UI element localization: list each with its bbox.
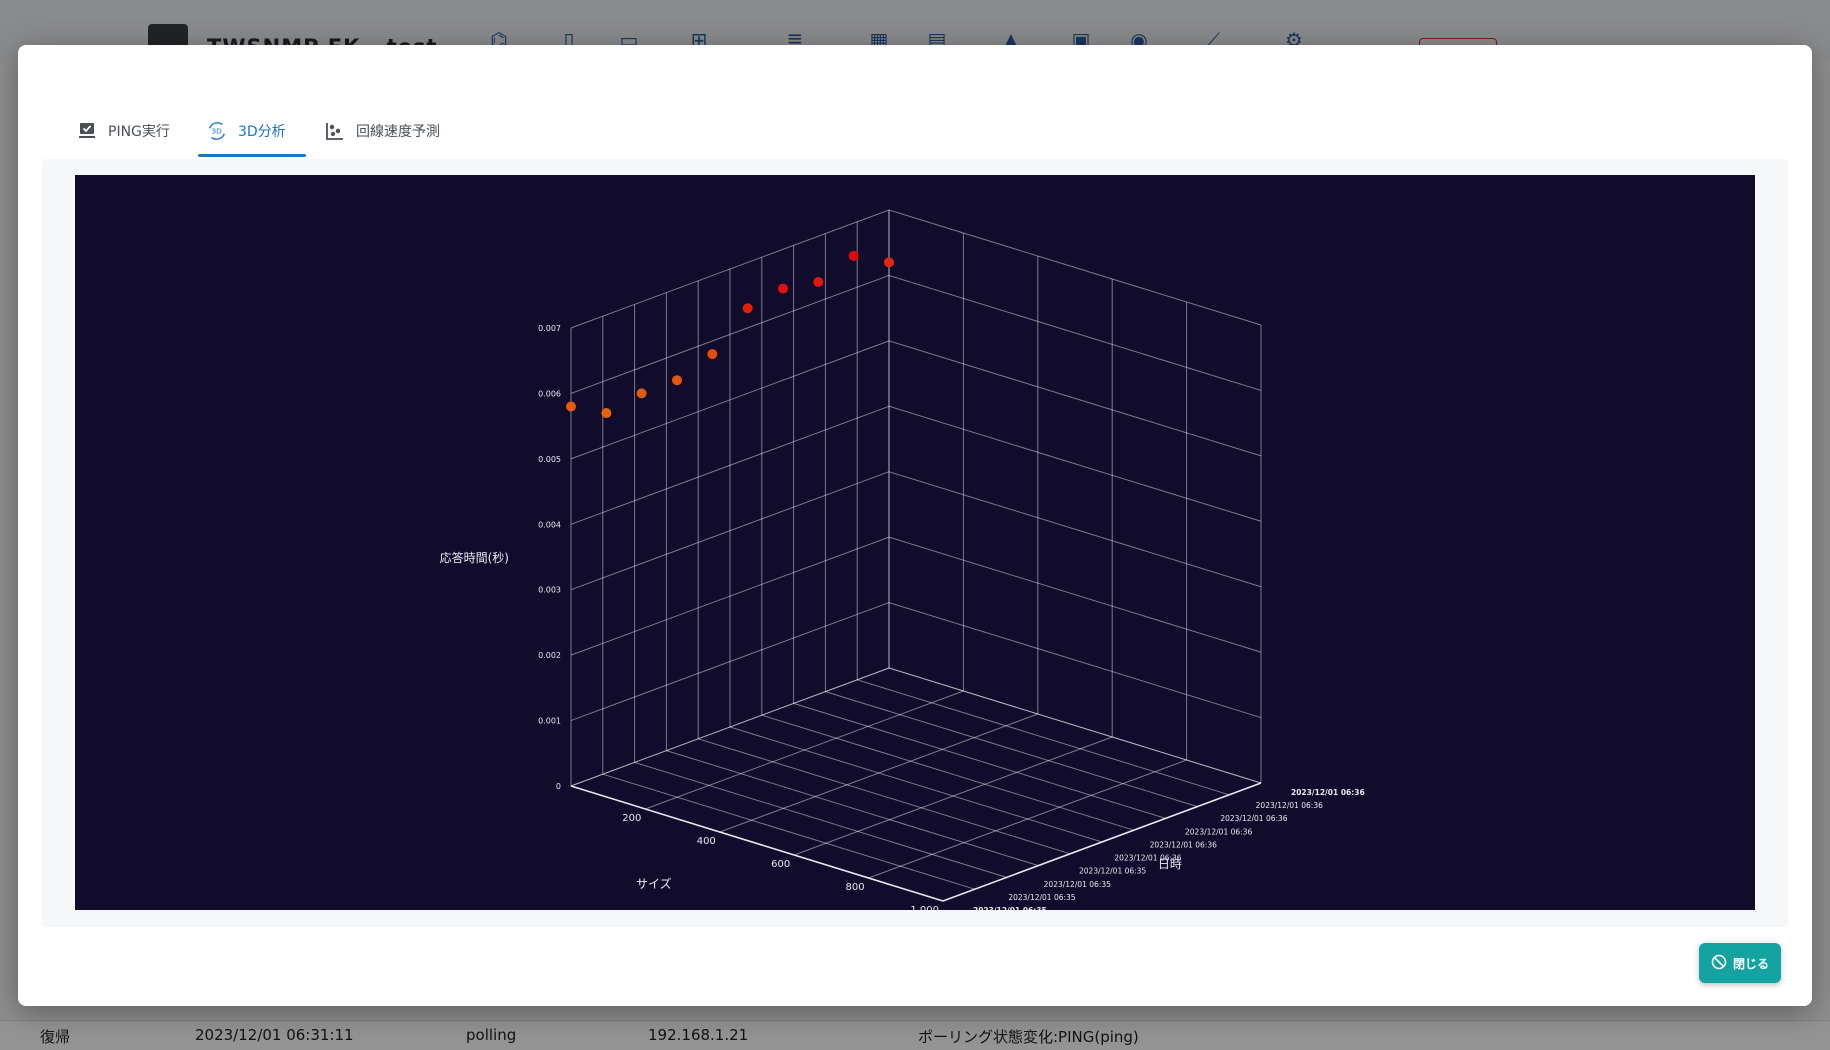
wall-gridline <box>888 209 1262 326</box>
floor-gridline <box>857 679 1230 796</box>
z-tick-label: 0.006 <box>538 389 561 398</box>
data-point <box>742 303 753 314</box>
ping-dialog: PING実行 3D 3D分析 回線速度予測 0 0.001 0.002 0.003 0.… <box>18 45 1812 1006</box>
data-point <box>884 257 894 268</box>
floor-gridline <box>793 702 1166 819</box>
y-tick-label: 2023/12/01 06:36 <box>1291 788 1365 797</box>
z-tick-label: 0.001 <box>538 717 561 726</box>
3d-scatter-svg[interactable]: 0 0.001 0.002 0.003 0.004 0.005 0.006 0.007 200 4… <box>75 175 1755 910</box>
floor-gridline <box>666 750 1039 867</box>
wall-gridline <box>888 602 1262 719</box>
x-tick-label: 600 <box>771 859 790 870</box>
x-axis-line <box>570 785 944 902</box>
floor-gridline <box>825 691 1198 808</box>
tab-line-speed-label: 回線速度予測 <box>356 124 440 140</box>
floor-gridline <box>729 726 1103 843</box>
z-tick-label: 0 <box>556 782 561 791</box>
y-axis-title: 日時 <box>1158 857 1182 871</box>
wall-gridline <box>888 667 1262 784</box>
tab-ping-label: PING実行 <box>108 124 170 140</box>
z-tick-label: 0.004 <box>538 520 561 529</box>
y-tick-label: 2023/12/01 06:35 <box>1008 893 1075 902</box>
floor-gridline <box>698 738 1071 855</box>
wall-gridline <box>888 274 1262 391</box>
data-point <box>566 401 576 412</box>
data-point <box>707 349 718 360</box>
y-tick-label: 2023/12/01 06:36 <box>1220 814 1287 823</box>
data-point <box>813 277 824 288</box>
scatter-chart-icon <box>324 120 346 142</box>
data-point <box>778 283 788 294</box>
z-tick-label: 0.007 <box>538 324 561 333</box>
tab-3d-analysis-label: 3D分析 <box>238 124 286 140</box>
floor-gridline <box>634 761 1007 878</box>
wall-gridline <box>888 536 1262 653</box>
wall-gridline <box>888 340 1262 457</box>
z-tick-label: 0.005 <box>538 455 561 464</box>
data-point <box>601 408 612 419</box>
x-tick-label: 400 <box>697 836 716 847</box>
wall-gridline <box>888 405 1262 522</box>
z-axis-title: 応答時間(秒) <box>440 550 509 565</box>
active-tab-indicator <box>198 154 306 157</box>
x-tick-label: 1,000 <box>910 905 939 910</box>
y-tick-label: 2023/12/01 06:35 <box>973 906 1047 910</box>
y-tick-label: 2023/12/01 06:36 <box>1150 840 1217 849</box>
ban-icon <box>1711 954 1727 973</box>
x-axis-title: サイズ <box>636 876 672 891</box>
x-tick-label: 200 <box>622 813 641 824</box>
floor-gridline <box>761 714 1134 831</box>
y-tick-label: 2023/12/01 06:36 <box>1256 801 1323 810</box>
tab-ping[interactable]: PING実行 <box>76 107 170 155</box>
floor-gridline <box>602 773 975 890</box>
z-tick-label: 0.003 <box>538 586 561 595</box>
3d-scatter-plot[interactable]: 0 0.001 0.002 0.003 0.004 0.005 0.006 0.007 200 4… <box>75 175 1755 910</box>
y-tick-label: 2023/12/01 06:36 <box>1185 827 1252 836</box>
svg-text:3D: 3D <box>212 127 223 136</box>
y-tick-label: 2023/12/01 06:35 <box>1079 867 1146 876</box>
monitor-check-icon <box>76 120 98 142</box>
close-button[interactable]: 閉じる <box>1699 943 1781 983</box>
tab-line-speed[interactable]: 回線速度予測 <box>324 107 440 155</box>
tab-3d-analysis[interactable]: 3D 3D分析 <box>206 107 286 155</box>
y-tick-label: 2023/12/01 06:35 <box>1044 880 1111 889</box>
wall-gridline <box>888 471 1262 588</box>
data-point <box>848 250 859 261</box>
chart-panel: 0 0.001 0.002 0.003 0.004 0.005 0.006 0.007 200 4… <box>42 159 1788 927</box>
3d-rotate-icon: 3D <box>206 120 228 142</box>
x-tick-label: 800 <box>846 882 865 893</box>
data-point <box>636 388 647 399</box>
close-button-label: 閉じる <box>1732 956 1769 971</box>
z-tick-label: 0.002 <box>538 651 561 660</box>
data-point <box>672 375 682 386</box>
